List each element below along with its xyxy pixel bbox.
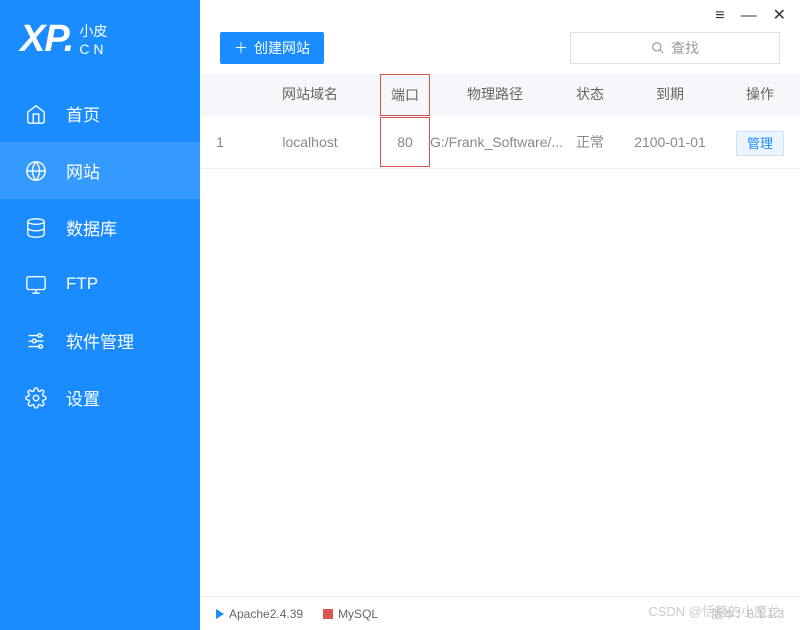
- nav-item-website[interactable]: 网站: [0, 142, 200, 199]
- td-path: G:/Frank_Software/...: [430, 134, 560, 150]
- menu-icon[interactable]: ≡: [715, 8, 724, 24]
- td-port: 80: [380, 117, 430, 167]
- nav-item-software[interactable]: 软件管理: [0, 312, 200, 369]
- nav-label: 设置: [66, 385, 100, 410]
- manage-button[interactable]: 管理: [736, 131, 784, 156]
- database-icon: [24, 216, 48, 240]
- nav-label: 网站: [66, 158, 100, 183]
- td-idx: 1: [200, 134, 240, 150]
- gear-icon: [24, 386, 48, 410]
- stop-icon: [323, 609, 333, 619]
- minimize-icon[interactable]: —: [741, 8, 757, 24]
- nav-item-database[interactable]: 数据库: [0, 199, 200, 256]
- play-icon: [216, 609, 224, 619]
- td-action: 管理: [720, 133, 800, 152]
- monitor-icon: [24, 272, 48, 296]
- th-expire: 到期: [620, 84, 720, 106]
- nav-item-ftp[interactable]: FTP: [0, 256, 200, 312]
- table-row: 1 localhost 80 G:/Frank_Software/... 正常 …: [200, 116, 800, 169]
- td-domain: localhost: [240, 134, 380, 150]
- plus-icon: ＋: [234, 38, 248, 58]
- nav-label: FTP: [66, 274, 98, 294]
- create-label: 创建网站: [254, 38, 310, 58]
- status-apache: Apache2.4.39: [216, 607, 303, 621]
- toolbar: ＋ 创建网站 查找: [200, 32, 800, 74]
- nav-item-settings[interactable]: 设置: [0, 369, 200, 426]
- search-icon: [651, 41, 665, 55]
- logo-sub2: C N: [79, 40, 107, 58]
- titlebar: ≡ — ✕: [200, 0, 800, 32]
- search-input[interactable]: 查找: [570, 32, 780, 64]
- th-path: 物理路径: [430, 84, 560, 106]
- sidebar: XP. 小皮 C N 首页 网站 数据库 FTP: [0, 0, 200, 630]
- td-expire: 2100-01-01: [620, 134, 720, 150]
- th-action: 操作: [720, 84, 800, 106]
- table-header: 网站域名 端口 物理路径 状态 到期 操作: [200, 74, 800, 116]
- th-port: 端口: [380, 74, 430, 116]
- td-status: 正常: [560, 132, 620, 152]
- sliders-icon: [24, 329, 48, 353]
- th-idx: [200, 84, 240, 106]
- search-placeholder: 查找: [671, 38, 699, 58]
- logo-main: XP.: [20, 18, 73, 61]
- nav-label: 软件管理: [66, 328, 134, 353]
- logo-sub1: 小皮: [79, 22, 107, 40]
- nav: 首页 网站 数据库 FTP 软件管理 设置: [0, 85, 200, 630]
- status-mysql: MySQL: [323, 607, 378, 621]
- th-domain: 网站域名: [240, 84, 380, 106]
- statusbar: Apache2.4.39 MySQL 版本：8.1.1.3: [200, 596, 800, 630]
- globe-icon: [24, 159, 48, 183]
- home-icon: [24, 102, 48, 126]
- th-status: 状态: [560, 84, 620, 106]
- mysql-label: MySQL: [338, 607, 378, 621]
- close-icon[interactable]: ✕: [773, 8, 786, 24]
- version-label: 版本：8.1.1.3: [711, 605, 784, 622]
- create-website-button[interactable]: ＋ 创建网站: [220, 32, 324, 64]
- nav-label: 数据库: [66, 215, 117, 240]
- main: ≡ — ✕ ＋ 创建网站 查找 网站域名 端口 物理路径 状态 到期 操作 1: [200, 0, 800, 630]
- nav-label: 首页: [66, 101, 100, 126]
- nav-item-home[interactable]: 首页: [0, 85, 200, 142]
- apache-label: Apache2.4.39: [229, 607, 303, 621]
- logo: XP. 小皮 C N: [0, 0, 200, 85]
